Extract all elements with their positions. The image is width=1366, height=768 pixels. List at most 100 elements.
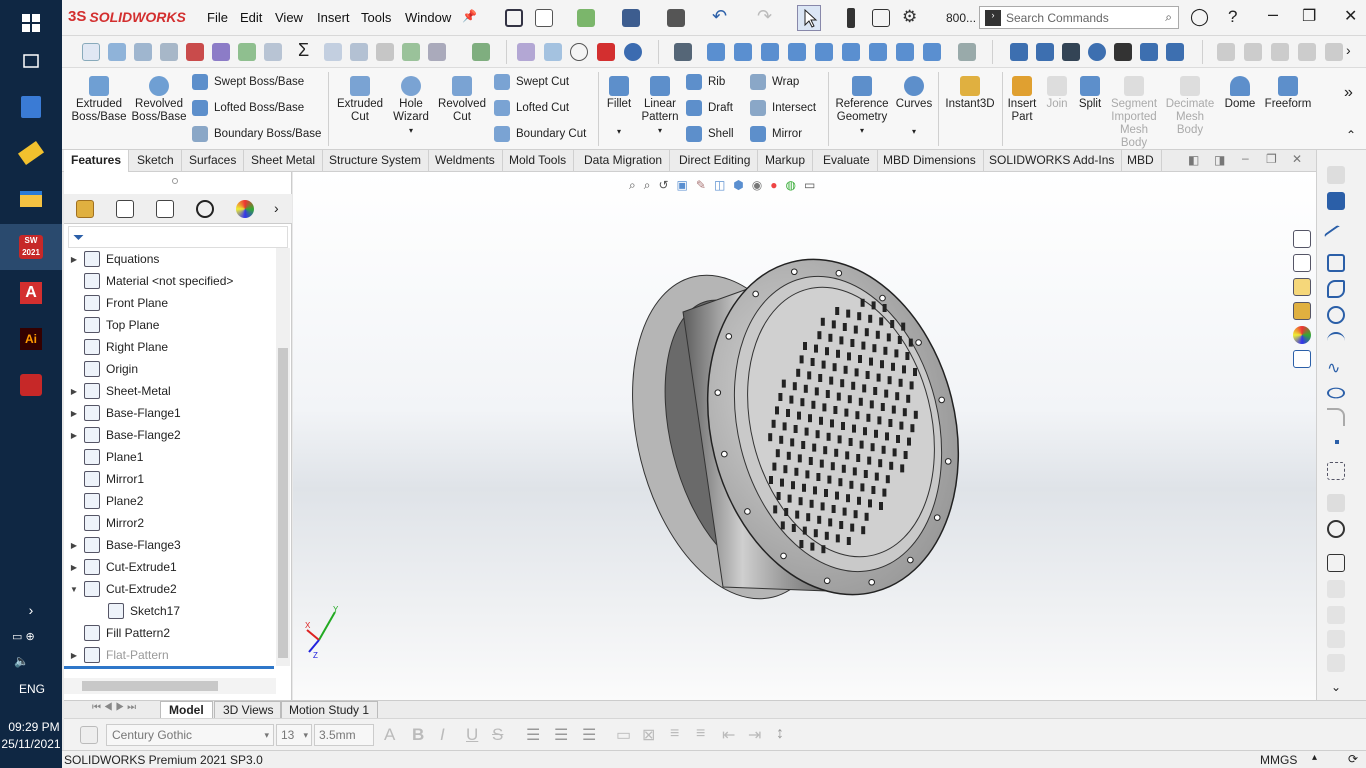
chevron-right-icon[interactable]: › (0, 590, 62, 630)
rebuild-status-icon[interactable]: ⟳ (1348, 752, 1358, 766)
acrobat-icon[interactable] (0, 362, 62, 408)
point-tool-icon[interactable] (1335, 440, 1339, 444)
dome-button[interactable]: Dome (1220, 72, 1260, 111)
tool-icon-11[interactable] (350, 43, 368, 61)
chevron-down-icon[interactable]: ▾ (386, 124, 436, 137)
tool-icon-39[interactable] (1217, 43, 1235, 61)
font-style-icon[interactable] (80, 726, 98, 744)
tool-icon-32[interactable] (1010, 43, 1028, 61)
join-button[interactable]: Join (1042, 72, 1072, 111)
filter-box[interactable]: ⏷ (68, 226, 288, 248)
view-palette-icon[interactable] (1293, 302, 1311, 320)
tree-item[interactable]: Sketch17 (64, 600, 276, 622)
print-icon[interactable] (667, 9, 685, 27)
chevron-down-icon[interactable]: ⌄ (1331, 680, 1341, 694)
tab-mbd[interactable]: MBD (1120, 150, 1162, 172)
spell-check-icon[interactable] (82, 43, 100, 61)
tree-item[interactable]: ▶ Flat-Pattern (64, 644, 276, 666)
view-right-icon[interactable] (788, 43, 806, 61)
tool-icon-4[interactable] (160, 43, 178, 61)
tool-icon-8[interactable] (264, 43, 282, 61)
file-explorer-pane-icon[interactable] (1293, 278, 1311, 296)
expand-arrow-icon[interactable]: ▶ (64, 255, 84, 264)
check-icon[interactable] (570, 43, 588, 61)
tool-icon-19[interactable] (597, 43, 615, 61)
tab-weldments[interactable]: Weldments (428, 150, 503, 172)
chevron-down-icon[interactable]: ▾ (602, 125, 636, 138)
tree-item[interactable]: ▼ Cut-Extrude2 (64, 578, 276, 600)
solidworks-resources-icon[interactable] (1293, 230, 1311, 248)
search-commands-box[interactable]: › Search Commands ⌕ (979, 6, 1179, 29)
view-bottom-icon[interactable] (842, 43, 860, 61)
design-library-icon[interactable] (1293, 254, 1311, 272)
split-button[interactable]: Split (1074, 72, 1106, 111)
align-center-icon[interactable]: ☰ (554, 725, 568, 745)
tree-item[interactable]: Material <not specified> (64, 270, 276, 292)
close-window-icon[interactable]: ✕ (1344, 6, 1357, 26)
tree-item[interactable]: Fill Pattern2 (64, 622, 276, 644)
revolved-cut-button[interactable]: Revolved Cut (434, 72, 490, 124)
tab-sheet-metal[interactable]: Sheet Metal (244, 150, 324, 172)
fillet-button[interactable]: Fillet ▾ (602, 72, 636, 138)
hole-wizard-button[interactable]: Hole Wizard ▾ (386, 72, 436, 137)
strikethrough-icon[interactable]: S (492, 725, 503, 745)
home-icon[interactable] (505, 9, 523, 27)
align-left-icon[interactable]: ☰ (526, 725, 540, 745)
panel-grip-icon[interactable] (172, 178, 178, 184)
expand-arrow-icon[interactable]: ▶ (64, 409, 84, 418)
rib-button[interactable]: Rib (686, 74, 725, 90)
units-indicator[interactable]: MMGS (1260, 753, 1297, 767)
tool-icon-38[interactable] (1166, 43, 1184, 61)
tool-icon-20[interactable] (624, 43, 642, 61)
clock-date[interactable]: 25/11/2021 (0, 737, 62, 751)
view-dimetric-icon[interactable] (896, 43, 914, 61)
clear-format-icon[interactable]: ⊠ (642, 725, 655, 745)
taskpane-tool-b-icon[interactable] (1327, 580, 1345, 598)
user-account-icon[interactable]: ◯ (1190, 7, 1209, 27)
display-manager-icon[interactable] (236, 200, 254, 218)
slot-tool-icon[interactable] (1327, 280, 1345, 298)
ellipse-tool-icon[interactable] (1327, 387, 1345, 399)
tab-solidworks-addins[interactable]: SOLIDWORKS Add-Ins (982, 150, 1123, 172)
expand-arrow-icon[interactable]: ▶ (64, 541, 84, 550)
tree-item[interactable]: Origin (64, 358, 276, 380)
tab-mold-tools[interactable]: Mold Tools (502, 150, 575, 172)
tree-item[interactable]: Mirror1 (64, 468, 276, 490)
numbering-icon[interactable]: ≡ (696, 725, 705, 743)
edit-appearance-icon[interactable]: ● (770, 178, 777, 193)
tree-item[interactable]: Mirror2 (64, 512, 276, 534)
volume-icon[interactable]: 🔈 (14, 654, 29, 668)
dynamic-annotation-icon[interactable]: ✎ (696, 178, 706, 193)
extruded-cut-button[interactable]: Extruded Cut (330, 72, 390, 124)
tab-sketch[interactable]: Sketch (130, 150, 182, 172)
view-iso-icon[interactable] (869, 43, 887, 61)
tool-icon-40[interactable] (1244, 43, 1262, 61)
tool-icon-33[interactable] (1036, 43, 1054, 61)
view-top-icon[interactable] (815, 43, 833, 61)
outdent-icon[interactable]: ⇤ (722, 725, 735, 745)
clock-time[interactable]: 09:29 PM (6, 720, 62, 734)
zoom-readout[interactable]: 800... (946, 11, 976, 25)
tree-item[interactable]: Front Plane (64, 292, 276, 314)
doc-minimize-icon[interactable]: – (1242, 151, 1249, 165)
taskpane-tool-icon[interactable] (1327, 494, 1345, 512)
zoom-tool-icon[interactable] (108, 43, 126, 61)
solidworks-taskbar-icon[interactable]: SW 2021 (0, 224, 62, 270)
align-right-icon[interactable]: ☰ (582, 725, 596, 745)
featuremanager-tree-icon[interactable] (76, 200, 94, 218)
indent-icon[interactable]: ⇥ (748, 725, 761, 745)
tab-model[interactable]: Model (160, 701, 213, 719)
rectangle-tool-icon[interactable] (1327, 254, 1345, 272)
file-properties-icon[interactable] (872, 9, 890, 27)
tool-icon-15[interactable] (472, 43, 490, 61)
select-pointer-icon[interactable] (797, 5, 821, 31)
tree-item[interactable]: ▶ Base-Flange2 (64, 424, 276, 446)
gear-icon[interactable]: ⚙ (902, 7, 917, 27)
tool-icon-41[interactable] (1271, 43, 1289, 61)
file-explorer-icon[interactable] (0, 176, 62, 222)
search-input[interactable]: Search Commands (1006, 11, 1165, 25)
tab-motion-study[interactable]: Motion Study 1 (280, 701, 379, 719)
expand-arrow-icon[interactable]: ▶ (64, 387, 84, 396)
tool-icon-10[interactable] (324, 43, 342, 61)
linear-pattern-button[interactable]: Linear Pattern ▾ (638, 72, 682, 137)
